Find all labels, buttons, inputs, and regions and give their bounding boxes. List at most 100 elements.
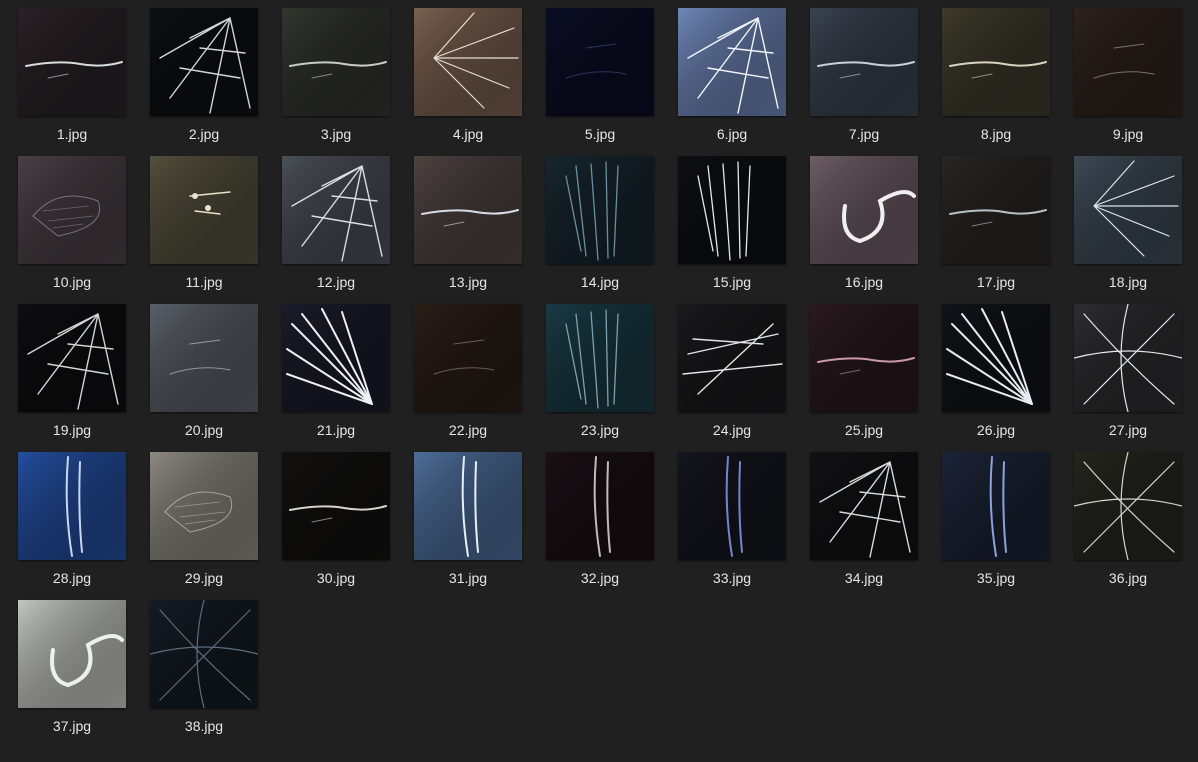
file-item[interactable]: 12.jpg	[276, 156, 396, 300]
file-thumbnail[interactable]	[414, 156, 522, 264]
file-item[interactable]: 23.jpg	[540, 304, 660, 448]
file-thumbnail[interactable]	[18, 452, 126, 560]
file-thumbnail[interactable]	[1074, 156, 1182, 264]
file-thumbnail[interactable]	[1074, 304, 1182, 412]
file-item[interactable]: 27.jpg	[1068, 304, 1188, 448]
file-name: 33.jpg	[712, 570, 752, 586]
file-item[interactable]: 19.jpg	[12, 304, 132, 448]
file-thumbnail[interactable]	[942, 156, 1050, 264]
file-item[interactable]: 35.jpg	[936, 452, 1056, 596]
file-item[interactable]: 15.jpg	[672, 156, 792, 300]
file-thumbnail[interactable]	[810, 156, 918, 264]
file-name: 7.jpg	[848, 126, 880, 142]
file-thumbnail[interactable]	[810, 8, 918, 116]
file-item[interactable]: 21.jpg	[276, 304, 396, 448]
file-name: 38.jpg	[184, 718, 224, 734]
file-name: 28.jpg	[52, 570, 92, 586]
file-thumbnail[interactable]	[282, 304, 390, 412]
file-item[interactable]: 24.jpg	[672, 304, 792, 448]
file-name: 37.jpg	[52, 718, 92, 734]
file-name: 11.jpg	[185, 274, 223, 290]
file-thumbnail[interactable]	[18, 600, 126, 708]
file-name: 27.jpg	[1108, 422, 1148, 438]
file-item[interactable]: 33.jpg	[672, 452, 792, 596]
file-item[interactable]: 11.jpg	[144, 156, 264, 300]
file-item[interactable]: 10.jpg	[12, 156, 132, 300]
file-name: 19.jpg	[52, 422, 92, 438]
file-item[interactable]: 37.jpg	[12, 600, 132, 744]
file-item[interactable]: 25.jpg	[804, 304, 924, 448]
file-name: 10.jpg	[52, 274, 92, 290]
file-name: 25.jpg	[844, 422, 884, 438]
file-thumbnail[interactable]	[150, 304, 258, 412]
file-thumbnail[interactable]	[546, 304, 654, 412]
file-item[interactable]: 28.jpg	[12, 452, 132, 596]
file-item[interactable]: 26.jpg	[936, 304, 1056, 448]
file-thumbnail[interactable]	[150, 156, 258, 264]
file-thumbnail[interactable]	[678, 8, 786, 116]
file-name: 32.jpg	[580, 570, 620, 586]
file-name: 5.jpg	[584, 126, 616, 142]
file-thumbnail[interactable]	[150, 8, 258, 116]
file-thumbnail[interactable]	[678, 304, 786, 412]
file-name: 16.jpg	[844, 274, 884, 290]
file-name: 14.jpg	[580, 274, 620, 290]
file-thumbnail[interactable]	[150, 600, 258, 708]
file-item[interactable]: 8.jpg	[936, 8, 1056, 152]
file-thumbnail[interactable]	[150, 452, 258, 560]
file-item[interactable]: 6.jpg	[672, 8, 792, 152]
file-thumbnail[interactable]	[414, 8, 522, 116]
file-item[interactable]: 22.jpg	[408, 304, 528, 448]
file-item[interactable]: 31.jpg	[408, 452, 528, 596]
file-name: 6.jpg	[716, 126, 748, 142]
file-thumbnail[interactable]	[942, 304, 1050, 412]
file-item[interactable]: 7.jpg	[804, 8, 924, 152]
file-thumbnail[interactable]	[678, 452, 786, 560]
file-item[interactable]: 18.jpg	[1068, 156, 1188, 300]
file-thumbnail[interactable]	[282, 8, 390, 116]
file-item[interactable]: 36.jpg	[1068, 452, 1188, 596]
file-name: 12.jpg	[316, 274, 356, 290]
file-item[interactable]: 5.jpg	[540, 8, 660, 152]
file-thumbnail[interactable]	[414, 452, 522, 560]
file-name: 21.jpg	[316, 422, 356, 438]
file-thumbnail[interactable]	[414, 304, 522, 412]
file-thumbnail[interactable]	[546, 8, 654, 116]
file-item[interactable]: 1.jpg	[12, 8, 132, 152]
file-item[interactable]: 34.jpg	[804, 452, 924, 596]
file-item[interactable]: 4.jpg	[408, 8, 528, 152]
file-name: 34.jpg	[844, 570, 884, 586]
file-thumbnail[interactable]	[18, 8, 126, 116]
file-thumbnail[interactable]	[810, 304, 918, 412]
file-thumbnail[interactable]	[282, 156, 390, 264]
file-thumbnail[interactable]	[546, 156, 654, 264]
file-thumbnail[interactable]	[942, 452, 1050, 560]
file-item[interactable]: 13.jpg	[408, 156, 528, 300]
file-item[interactable]: 3.jpg	[276, 8, 396, 152]
file-item[interactable]: 30.jpg	[276, 452, 396, 596]
file-thumbnail[interactable]	[810, 452, 918, 560]
file-name: 3.jpg	[320, 126, 352, 142]
file-thumbnail[interactable]	[1074, 8, 1182, 116]
file-thumbnail[interactable]	[282, 452, 390, 560]
file-name: 9.jpg	[1112, 126, 1144, 142]
file-thumbnail[interactable]	[942, 8, 1050, 116]
file-item[interactable]: 9.jpg	[1068, 8, 1188, 152]
file-name: 20.jpg	[184, 422, 224, 438]
file-item[interactable]: 16.jpg	[804, 156, 924, 300]
file-item[interactable]: 38.jpg	[144, 600, 264, 744]
file-thumbnail[interactable]	[18, 304, 126, 412]
file-name: 4.jpg	[452, 126, 484, 142]
file-name: 18.jpg	[1108, 274, 1148, 290]
file-item[interactable]: 32.jpg	[540, 452, 660, 596]
file-thumbnail[interactable]	[1074, 452, 1182, 560]
file-name: 26.jpg	[976, 422, 1016, 438]
file-thumbnail[interactable]	[18, 156, 126, 264]
file-item[interactable]: 20.jpg	[144, 304, 264, 448]
file-item[interactable]: 17.jpg	[936, 156, 1056, 300]
file-item[interactable]: 2.jpg	[144, 8, 264, 152]
file-thumbnail[interactable]	[546, 452, 654, 560]
file-thumbnail[interactable]	[678, 156, 786, 264]
file-item[interactable]: 29.jpg	[144, 452, 264, 596]
file-item[interactable]: 14.jpg	[540, 156, 660, 300]
